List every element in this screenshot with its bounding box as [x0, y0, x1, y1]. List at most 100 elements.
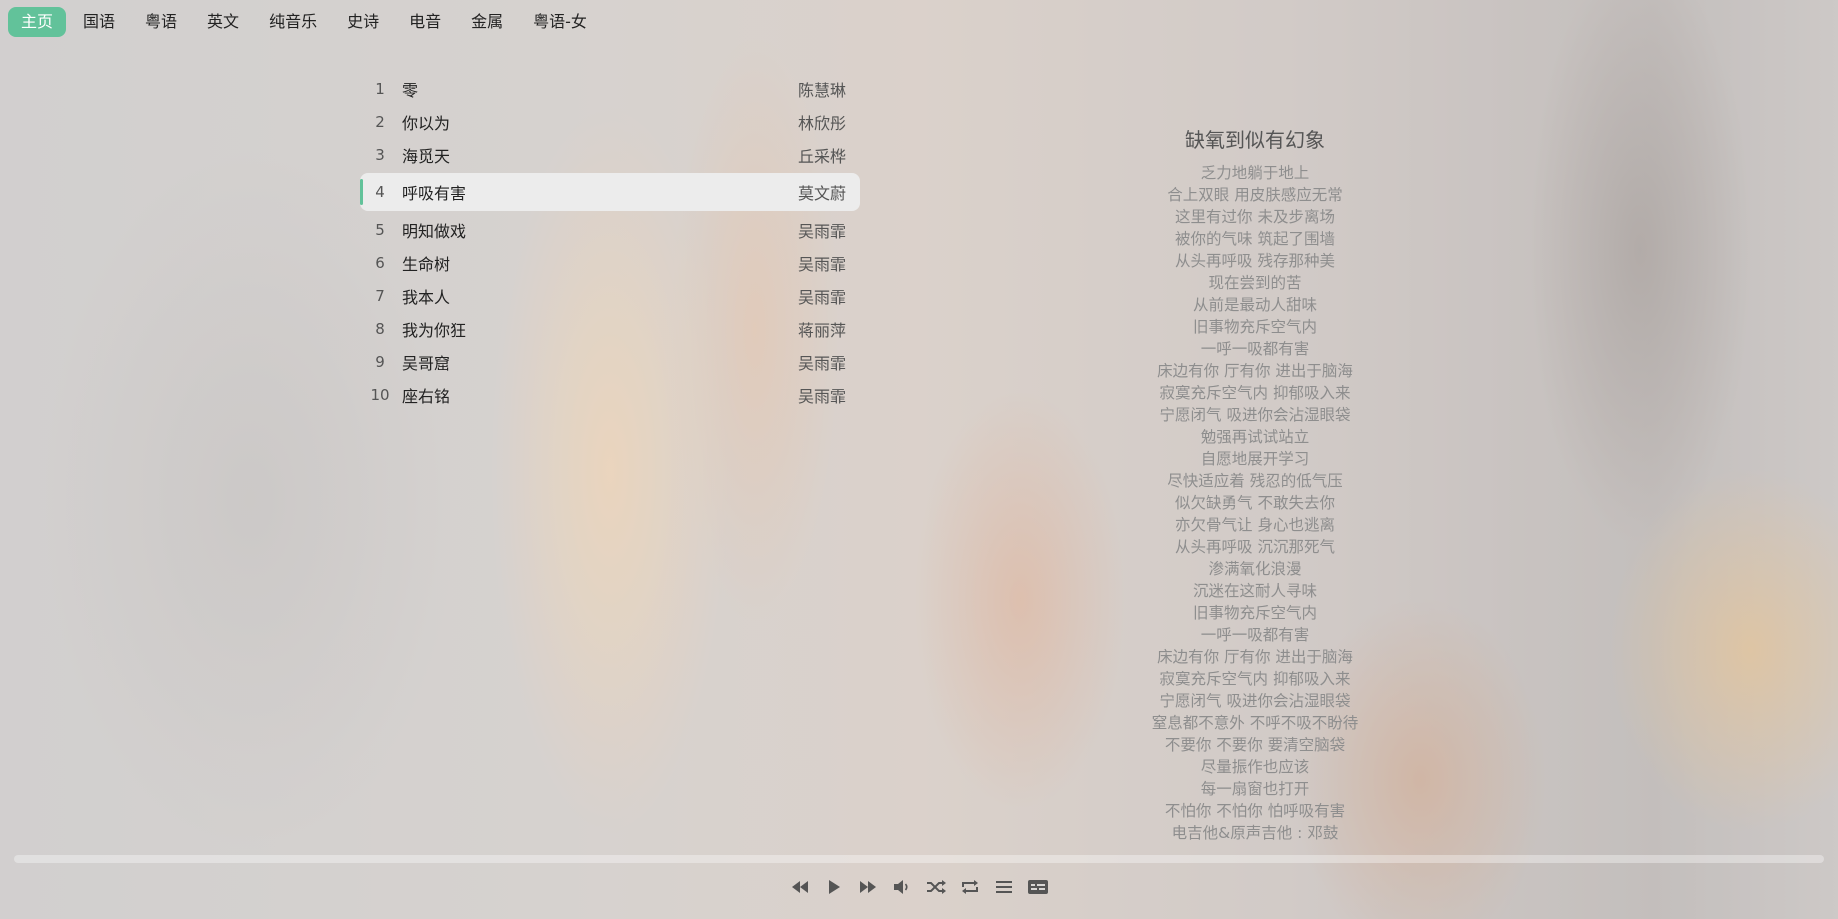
song-row[interactable]: 6 生命树 吴雨霏	[360, 246, 860, 279]
song-artist: 吴雨霏	[797, 254, 846, 274]
song-artist: 莫文蔚	[797, 184, 846, 203]
lyric-line: 窒息都不意外 不呼不吸不盼待	[1151, 714, 1359, 732]
lyric-current-line: 缺氧到似有幻象	[1185, 128, 1325, 152]
previous-icon	[792, 881, 808, 893]
play-icon	[829, 880, 840, 894]
lyrics-toggle-button[interactable]	[1023, 876, 1053, 898]
lyric-line: 旧事物充斥空气内	[1192, 604, 1317, 622]
volume-icon	[894, 880, 908, 894]
playlist-button[interactable]	[989, 876, 1019, 898]
song-artist: 吴雨霏	[797, 287, 846, 307]
song-row[interactable]: 7 我本人 吴雨霏	[360, 279, 860, 312]
song-title: 我为你狂	[402, 320, 467, 340]
song-index: 4	[375, 183, 385, 201]
lyric-line: 合上双眼 用皮肤感应无常	[1167, 186, 1343, 204]
song-row[interactable]: 5 明知做戏 吴雨霏	[360, 213, 860, 246]
lyrics-panel: 缺氧到似有幻象 乏力地躺于地上 合上双眼 用皮肤感应无常 这里有过你 未及步离场 被你…	[1115, 126, 1395, 844]
next-icon	[860, 881, 876, 893]
shuffle-icon	[927, 880, 946, 894]
volume-button[interactable]	[887, 876, 917, 898]
song-row[interactable]: 1 零 陈慧琳	[360, 72, 860, 105]
lyric-line: 一呼一吸都有害	[1200, 626, 1310, 644]
lyric-line: 自愿地展开学习	[1200, 450, 1310, 468]
lyric-line: 沉迷在这耐人寻味	[1192, 582, 1317, 600]
lyric-line: 似欠缺勇气 不敢失去你	[1175, 494, 1335, 512]
song-index: 7	[375, 286, 385, 305]
nav-tab-cantonese[interactable]: 粤语	[132, 7, 190, 37]
song-title: 吴哥窟	[402, 353, 451, 373]
player-controls	[0, 876, 1838, 898]
lyric-line: 从前是最动人甜味	[1192, 296, 1317, 314]
lyric-line: 现在尝到的苦	[1208, 274, 1302, 292]
song-title: 呼吸有害	[402, 184, 467, 203]
nav-tab-mandarin[interactable]: 国语	[70, 7, 128, 37]
lyric-line: 床边有你 厅有你 进出于脑海	[1157, 362, 1353, 380]
lyric-line: 勉强再试试站立	[1200, 428, 1310, 446]
repeat-icon	[962, 880, 978, 894]
playback-progress-bar[interactable]	[14, 855, 1824, 863]
song-index: 10	[370, 385, 390, 404]
song-index: 2	[375, 112, 385, 131]
album-art-background	[0, 0, 1838, 919]
song-title: 座右铭	[402, 386, 451, 406]
song-index: 8	[375, 319, 385, 338]
song-title: 我本人	[402, 287, 451, 307]
song-title: 明知做戏	[402, 221, 467, 241]
song-index: 5	[375, 220, 385, 239]
lyric-line: 渗满氧化浪漫	[1208, 560, 1302, 578]
song-artist: 丘采桦	[797, 146, 846, 166]
play-button[interactable]	[819, 876, 849, 898]
song-row[interactable]: 3 海觅天 丘采桦	[360, 138, 860, 171]
lyric-line: 不要你 不要你 要清空脑袋	[1164, 736, 1346, 754]
previous-button[interactable]	[785, 876, 815, 898]
category-nav: 主页 国语 粤语 英文 纯音乐 史诗 电音 金属 粤语-女	[0, 0, 1838, 44]
lyric-line: 尽量振作也应该	[1200, 758, 1310, 776]
song-list: 1 零 陈慧琳 2 你以为 林欣彤 3 海觅天 丘采桦 4 呼吸有害 莫文蔚 5…	[360, 72, 860, 411]
song-title: 你以为	[402, 113, 451, 133]
song-index: 3	[375, 145, 385, 164]
lyric-line: 亦欠骨气让 身心也逃离	[1175, 516, 1335, 534]
song-artist: 吴雨霏	[797, 353, 846, 373]
nav-tab-epic[interactable]: 史诗	[334, 7, 392, 37]
lyric-line: 这里有过你 未及步离场	[1175, 208, 1335, 226]
lyric-line: 从头再呼吸 残存那种美	[1175, 252, 1335, 270]
nav-tab-metal[interactable]: 金属	[458, 7, 516, 37]
song-title: 生命树	[402, 254, 451, 274]
repeat-button[interactable]	[955, 876, 985, 898]
lyric-line: 电吉他&原声吉他 : 邓鼓	[1171, 824, 1339, 842]
lyric-line: 宁愿闭气 吸进你会沾湿眼袋	[1159, 692, 1351, 710]
lyrics-icon	[1028, 880, 1048, 894]
lyric-line: 每一扇窗也打开	[1200, 780, 1310, 798]
lyric-line: 从头再呼吸 沉沉那死气	[1175, 538, 1335, 556]
song-row[interactable]: 2 你以为 林欣彤	[360, 105, 860, 138]
song-index: 1	[375, 79, 385, 98]
lyric-line: 被你的气味 筑起了围墙	[1175, 230, 1335, 248]
song-artist: 吴雨霏	[797, 221, 846, 241]
lyric-line: 一呼一吸都有害	[1200, 340, 1310, 358]
song-artist: 陈慧琳	[797, 80, 846, 100]
lyric-line: 床边有你 厅有你 进出于脑海	[1157, 648, 1353, 666]
music-player-app: 主页 国语 粤语 英文 纯音乐 史诗 电音 金属 粤语-女 1 零 陈慧琳 2 …	[0, 0, 1838, 919]
shuffle-button[interactable]	[921, 876, 951, 898]
nav-tab-english[interactable]: 英文	[194, 7, 252, 37]
song-row[interactable]: 9 吴哥窟 吴雨霏	[360, 345, 860, 378]
song-row[interactable]: 10 座右铭 吴雨霏	[360, 378, 860, 411]
song-artist: 蒋丽萍	[797, 320, 846, 340]
song-artist: 吴雨霏	[797, 386, 846, 406]
nav-tab-electronic[interactable]: 电音	[396, 7, 454, 37]
lyric-line: 宁愿闭气 吸进你会沾湿眼袋	[1159, 406, 1351, 424]
song-artist: 林欣彤	[797, 113, 846, 133]
lyric-line: 旧事物充斥空气内	[1192, 318, 1317, 336]
song-index: 6	[375, 253, 385, 272]
song-title: 海觅天	[402, 146, 451, 166]
song-row-now-playing[interactable]: 4 呼吸有害 莫文蔚	[360, 173, 860, 211]
playlist-icon	[996, 881, 1012, 893]
next-button[interactable]	[853, 876, 883, 898]
nav-tab-home[interactable]: 主页	[8, 7, 67, 37]
nav-tab-instrumental[interactable]: 纯音乐	[256, 7, 330, 37]
nav-tab-cantonese-female[interactable]: 粤语-女	[520, 7, 600, 37]
song-row[interactable]: 8 我为你狂 蒋丽萍	[360, 312, 860, 345]
song-index: 9	[375, 352, 385, 371]
lyric-line: 寂寞充斥空气内 抑郁吸入来	[1159, 670, 1351, 688]
lyric-line: 尽快适应着 残忍的低气压	[1167, 472, 1343, 490]
